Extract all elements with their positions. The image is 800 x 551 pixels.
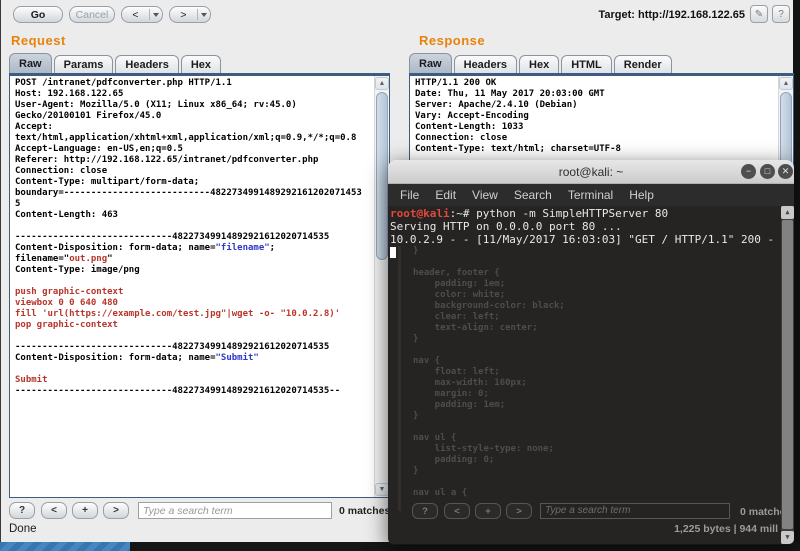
ghost-panel-edge bbox=[398, 246, 401, 511]
prev-request-label: < bbox=[122, 9, 149, 21]
scroll-up-icon[interactable]: ▲ bbox=[781, 206, 794, 219]
search-next-button[interactable]: > bbox=[103, 502, 129, 519]
next-request-label: > bbox=[170, 9, 197, 21]
terminal-title: root@kali: ~ bbox=[559, 165, 624, 179]
minimize-button[interactable]: − bbox=[741, 164, 756, 179]
close-button[interactable]: ✕ bbox=[778, 164, 793, 179]
response-scrollbar-thumb[interactable] bbox=[780, 92, 792, 170]
tab-request-headers[interactable]: Headers bbox=[115, 55, 178, 74]
cancel-button[interactable]: Cancel bbox=[69, 6, 115, 23]
tab-response-raw[interactable]: Raw bbox=[409, 53, 452, 74]
maximize-icon: □ bbox=[765, 166, 770, 176]
menu-search[interactable]: Search bbox=[506, 188, 560, 202]
tab-response-headers[interactable]: Headers bbox=[454, 55, 517, 74]
response-panel-title: Response bbox=[419, 33, 485, 48]
terminal-output: Serving HTTP on 0.0.0.0 port 80 ...10.0.… bbox=[390, 220, 774, 246]
menu-help[interactable]: Help bbox=[621, 188, 662, 202]
scroll-down-icon[interactable]: ▼ bbox=[375, 483, 389, 496]
menu-edit[interactable]: Edit bbox=[427, 188, 464, 202]
help-button[interactable]: ? bbox=[772, 5, 790, 23]
tab-request-params[interactable]: Params bbox=[54, 55, 114, 74]
search-help-button[interactable]: ? bbox=[9, 502, 35, 519]
request-panel-title: Request bbox=[11, 33, 66, 48]
menu-file[interactable]: File bbox=[392, 188, 427, 202]
scroll-up-icon[interactable]: ▲ bbox=[375, 77, 389, 90]
scroll-up-icon[interactable]: ▲ bbox=[779, 77, 793, 90]
tab-response-html[interactable]: HTML bbox=[561, 55, 612, 74]
prev-dropdown-arrow-icon[interactable] bbox=[150, 13, 162, 17]
menu-terminal[interactable]: Terminal bbox=[560, 188, 621, 202]
search-match-count: 0 matches bbox=[339, 505, 390, 517]
tab-response-render[interactable]: Render bbox=[614, 55, 672, 74]
target-url-label: Target: http://192.168.122.65 bbox=[598, 9, 745, 21]
next-request-button[interactable]: > bbox=[169, 6, 211, 23]
tab-request-raw[interactable]: Raw bbox=[9, 53, 52, 74]
tab-request-hex[interactable]: Hex bbox=[181, 55, 221, 74]
go-button[interactable]: Go bbox=[13, 6, 63, 23]
menu-view[interactable]: View bbox=[464, 188, 506, 202]
terminal-scrollbar[interactable]: ▲ ▼ bbox=[781, 206, 794, 544]
ghost-search-help-button: ? bbox=[412, 503, 438, 519]
next-dropdown-arrow-icon[interactable] bbox=[198, 13, 210, 17]
ghost-response-text: } header, footer { padding: 1em; color: … bbox=[413, 246, 565, 499]
terminal-cursor bbox=[390, 247, 396, 258]
terminal-menubar: File Edit View Search Terminal Help bbox=[388, 184, 794, 206]
request-scrollbar-thumb[interactable] bbox=[376, 92, 388, 260]
search-prev-button[interactable]: < bbox=[41, 502, 67, 519]
scroll-down-icon[interactable]: ▼ bbox=[781, 531, 794, 544]
close-icon: ✕ bbox=[782, 166, 790, 176]
ghost-search-input: Type a search term bbox=[540, 503, 730, 519]
ghost-search-add-button: + bbox=[475, 503, 501, 519]
prev-request-button[interactable]: < bbox=[121, 6, 163, 23]
terminal-prompt-line: root@kali:~# python -m SimpleHTTPServer … bbox=[390, 207, 774, 220]
terminal-body[interactable]: } header, footer { padding: 1em; color: … bbox=[388, 206, 794, 544]
ghost-response-size-status: 1,225 bytes | 944 mill bbox=[674, 523, 778, 535]
status-text: Done bbox=[9, 523, 37, 535]
ghost-search-next-button: > bbox=[506, 503, 532, 519]
terminal-window: root@kali: ~ − □ ✕ File Edit View Search… bbox=[388, 160, 794, 545]
request-editor[interactable]: POST /intranet/pdfconverter.php HTTP/1.1… bbox=[9, 75, 390, 498]
minimize-icon: − bbox=[746, 166, 751, 176]
ghost-search-prev-button: < bbox=[444, 503, 470, 519]
maximize-button[interactable]: □ bbox=[760, 164, 775, 179]
edit-target-button[interactable]: ✎ bbox=[750, 5, 768, 23]
request-tab-bar: Raw Params Headers Hex bbox=[9, 53, 223, 74]
taskbar-active-segment[interactable] bbox=[0, 542, 130, 551]
terminal-titlebar[interactable]: root@kali: ~ − □ ✕ bbox=[388, 160, 794, 184]
request-scrollbar[interactable]: ▲ ▼ bbox=[374, 76, 389, 497]
tab-response-hex[interactable]: Hex bbox=[519, 55, 559, 74]
pencil-icon: ✎ bbox=[755, 9, 763, 20]
response-tab-bar: Raw Headers Hex HTML Render bbox=[409, 53, 674, 74]
search-add-button[interactable]: + bbox=[72, 502, 98, 519]
search-input[interactable] bbox=[138, 502, 332, 519]
terminal-scrollbar-thumb[interactable] bbox=[782, 220, 793, 529]
